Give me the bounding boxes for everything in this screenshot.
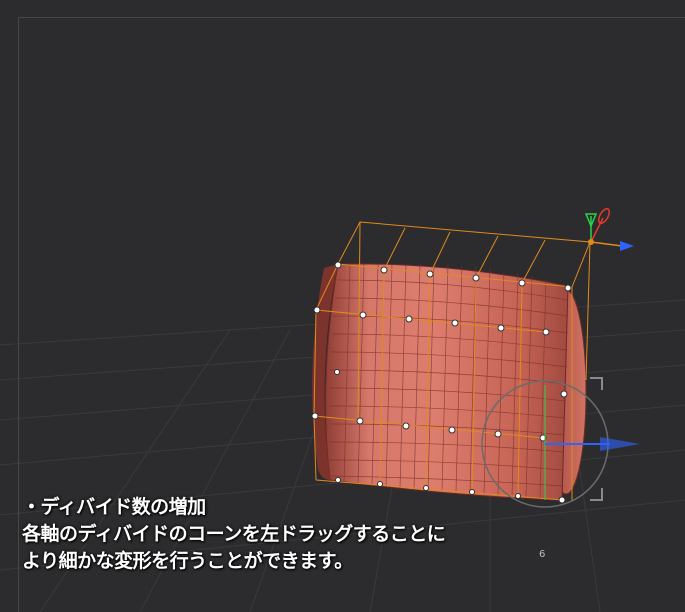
3d-viewport[interactable]: 6 ・ディバイド数の増加 各軸のディバイドのコーンを左ドラッグすることに より細… — [0, 0, 685, 612]
move-gizmo-icon[interactable] — [584, 207, 634, 251]
instruction-caption: ・ディバイド数の増加 各軸のディバイドのコーンを左ドラッグすることに より細かな… — [22, 494, 582, 575]
caption-title: ・ディバイド数の増加 — [22, 496, 206, 518]
caption-line-1: 各軸のディバイドのコーンを左ドラッグすることに — [22, 523, 446, 545]
caption-line-2: より細かな変形を行うことができます。 — [22, 550, 353, 572]
